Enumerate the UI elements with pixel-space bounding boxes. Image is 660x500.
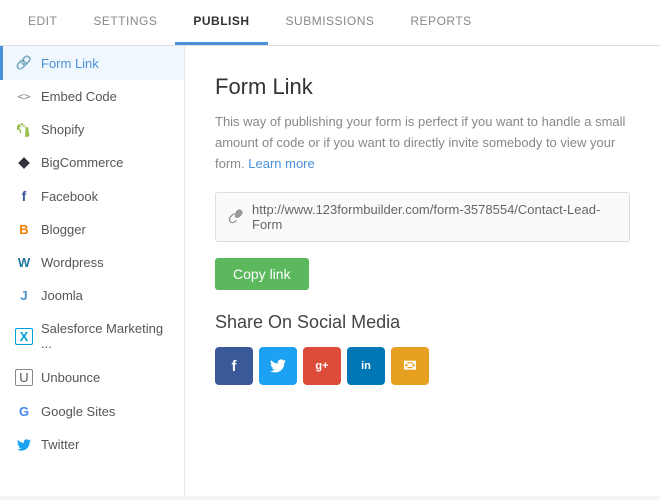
learn-more-link[interactable]: Learn more: [248, 156, 314, 171]
sidebar-item-label: Google Sites: [41, 404, 115, 419]
facebook-icon: f: [15, 188, 33, 204]
sidebar-item-blogger[interactable]: B Blogger: [0, 213, 184, 246]
copy-link-button[interactable]: Copy link: [215, 258, 309, 290]
chain-icon: [228, 208, 244, 227]
sidebar-item-label: Embed Code: [41, 89, 117, 104]
sidebar-item-label: Salesforce Marketing ...: [41, 321, 172, 351]
joomla-icon: J: [15, 288, 33, 303]
sidebar-item-facebook[interactable]: f Facebook: [0, 179, 184, 213]
nav-item-settings[interactable]: SETTINGS: [75, 0, 175, 45]
share-title: Share On Social Media: [215, 312, 630, 333]
sidebar-item-wordpress[interactable]: W Wordpress: [0, 246, 184, 279]
code-icon: <>: [15, 90, 33, 103]
nav-item-reports[interactable]: REPORTS: [392, 0, 489, 45]
nav-item-edit[interactable]: EDIT: [10, 0, 75, 45]
salesforce-icon: X: [15, 328, 33, 345]
sidebar-item-salesforce[interactable]: X Salesforce Marketing ...: [0, 312, 184, 360]
sidebar-item-unbounce[interactable]: U Unbounce: [0, 360, 184, 395]
unbounce-icon: U: [15, 369, 33, 386]
top-navigation: EDIT SETTINGS PUBLISH SUBMISSIONS REPORT…: [0, 0, 660, 46]
share-email-button[interactable]: ✉: [391, 347, 429, 385]
sidebar-item-shopify[interactable]: Shopify: [0, 113, 184, 146]
form-link-url: http://www.123formbuilder.com/form-35785…: [252, 202, 617, 232]
sidebar-item-google-sites[interactable]: G Google Sites: [0, 395, 184, 428]
sidebar-item-label: Shopify: [41, 122, 84, 137]
sidebar-item-label: Twitter: [41, 437, 79, 452]
blogger-icon: B: [15, 222, 33, 237]
share-facebook-button[interactable]: f: [215, 347, 253, 385]
bigcommerce-icon: [15, 156, 33, 170]
sidebar-item-twitter[interactable]: Twitter: [0, 428, 184, 461]
sidebar-item-embed-code[interactable]: <> Embed Code: [0, 80, 184, 113]
share-google-plus-button[interactable]: g+: [303, 347, 341, 385]
sidebar-item-bigcommerce[interactable]: BigCommerce: [0, 146, 184, 179]
google-icon: G: [15, 404, 33, 419]
sidebar-item-label: Wordpress: [41, 255, 104, 270]
main-layout: 🔗 Form Link <> Embed Code Shopify BigCom…: [0, 46, 660, 496]
sidebar-item-form-link[interactable]: 🔗 Form Link: [0, 46, 184, 80]
wordpress-icon: W: [15, 255, 33, 270]
nav-item-publish[interactable]: PUBLISH: [175, 0, 267, 45]
sidebar-item-label: Joomla: [41, 288, 83, 303]
shopify-icon: [15, 123, 33, 137]
link-icon: 🔗: [15, 55, 33, 71]
form-link-box: http://www.123formbuilder.com/form-35785…: [215, 192, 630, 242]
share-linkedin-button[interactable]: in: [347, 347, 385, 385]
sidebar-item-label: Unbounce: [41, 370, 100, 385]
social-share-buttons: f g+ in ✉: [215, 347, 630, 385]
nav-item-submissions[interactable]: SUBMISSIONS: [268, 0, 393, 45]
page-title: Form Link: [215, 74, 630, 100]
sidebar-item-label: Form Link: [41, 56, 99, 71]
share-twitter-button[interactable]: [259, 347, 297, 385]
content-description: This way of publishing your form is perf…: [215, 112, 630, 174]
twitter-icon: [15, 438, 33, 452]
sidebar-item-label: Blogger: [41, 222, 86, 237]
sidebar: 🔗 Form Link <> Embed Code Shopify BigCom…: [0, 46, 185, 496]
sidebar-item-joomla[interactable]: J Joomla: [0, 279, 184, 312]
sidebar-item-label: Facebook: [41, 189, 98, 204]
sidebar-item-label: BigCommerce: [41, 155, 123, 170]
content-area: Form Link This way of publishing your fo…: [185, 46, 660, 496]
